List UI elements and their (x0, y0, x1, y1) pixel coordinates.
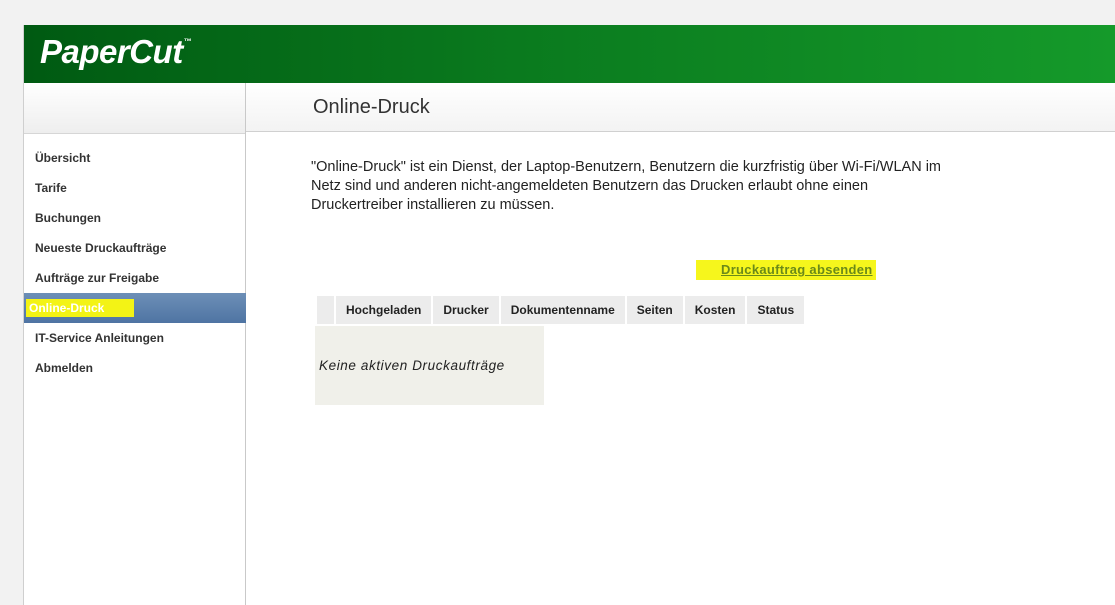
papercut-logo: PaperCut™ (40, 33, 192, 71)
logo-text: PaperCut (40, 33, 183, 70)
print-jobs-table: Hochgeladen Drucker Dokumentenname Seite… (315, 296, 806, 324)
page-title: Online-Druck (313, 96, 430, 118)
column-header-printer[interactable]: Drucker (433, 296, 499, 324)
sidebar-item-label: Neueste Druckaufträge (35, 241, 167, 255)
sidebar-item-abmelden[interactable]: Abmelden (24, 353, 246, 383)
column-header-select (317, 296, 334, 324)
sidebar-item-it-service-anleitungen[interactable]: IT-Service Anleitungen (24, 323, 246, 353)
sidebar-item-tarife[interactable]: Tarife (24, 173, 246, 203)
sidebar-item-label: Buchungen (35, 211, 101, 225)
empty-table-message: Keine aktiven Druckaufträge (319, 358, 505, 373)
sidebar-nav: Übersicht Tarife Buchungen Neueste Druck… (24, 143, 246, 383)
column-header-status[interactable]: Status (747, 296, 805, 324)
column-header-cost[interactable]: Kosten (684, 296, 746, 324)
sidebar: Übersicht Tarife Buchungen Neueste Druck… (24, 83, 246, 605)
sidebar-item-label: Aufträge zur Freigabe (35, 271, 160, 285)
sidebar-item-uebersicht[interactable]: Übersicht (24, 143, 246, 173)
sidebar-item-label: Übersicht (35, 151, 91, 165)
sidebar-item-label: Tarife (35, 181, 67, 195)
column-header-pages[interactable]: Seiten (626, 296, 683, 324)
empty-table-cell: Keine aktiven Druckaufträge (315, 326, 544, 405)
sidebar-header (24, 83, 245, 134)
sidebar-item-auftraege-zur-freigabe[interactable]: Aufträge zur Freigabe (24, 263, 246, 293)
main-content: Online-Druck "Online-Druck" ist ein Dien… (246, 83, 1115, 605)
sidebar-item-neueste-druckauftraege[interactable]: Neueste Druckaufträge (24, 233, 246, 263)
sidebar-item-label: Abmelden (35, 361, 94, 375)
column-header-uploaded[interactable]: Hochgeladen (336, 296, 432, 324)
column-header-document-name[interactable]: Dokumentenname (500, 296, 625, 324)
sidebar-item-buchungen[interactable]: Buchungen (24, 203, 246, 233)
table-header-row: Hochgeladen Drucker Dokumentenname Seite… (317, 296, 805, 324)
logo-trademark: ™ (183, 37, 192, 46)
header-bar: PaperCut™ (24, 25, 1115, 83)
sidebar-item-label: Online-Druck (26, 299, 135, 317)
sidebar-item-online-druck[interactable]: Online-Druck (24, 293, 246, 323)
sidebar-item-label: IT-Service Anleitungen (35, 331, 164, 345)
app-window: PaperCut™ Übersicht Tarife Buchungen Neu… (23, 25, 1115, 605)
submit-print-job-link[interactable]: Druckauftrag absenden (696, 260, 876, 280)
intro-text: "Online-Druck" ist ein Dienst, der Lapto… (311, 159, 941, 213)
